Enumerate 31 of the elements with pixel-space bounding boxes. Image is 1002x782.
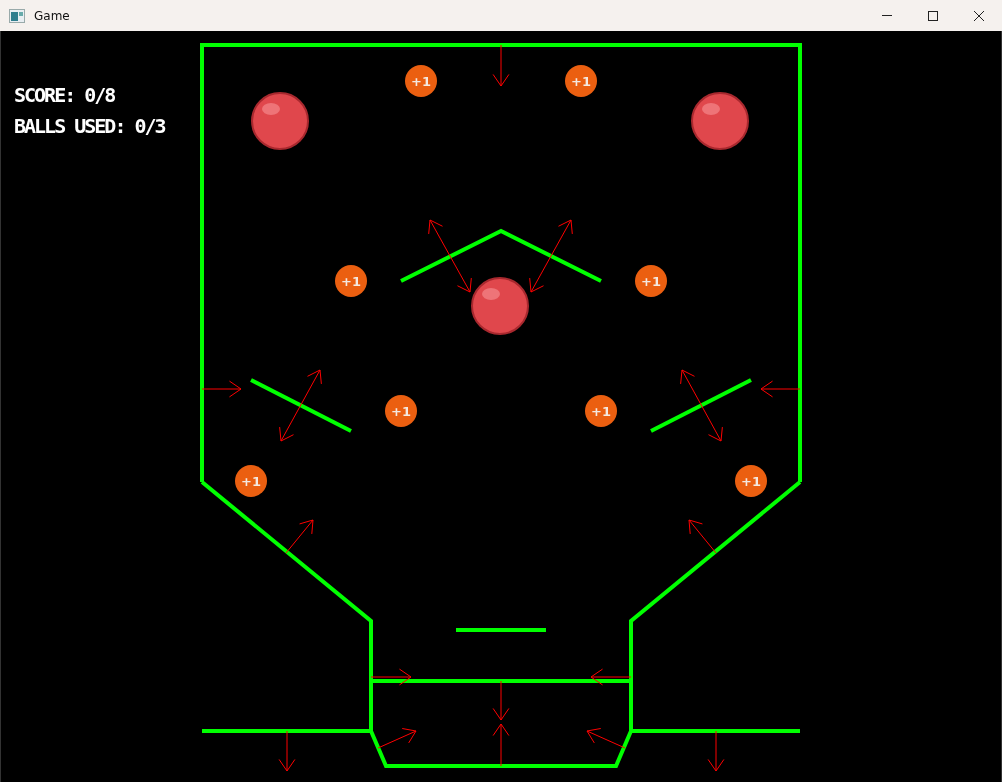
minimize-icon: [882, 15, 892, 16]
normal-arrow: [370, 668, 412, 686]
bonus-token: +1: [735, 465, 767, 497]
app-icon: [9, 8, 25, 23]
bonus-token: +1: [385, 395, 417, 427]
normal-arrow: [688, 519, 717, 554]
close-icon: [973, 9, 985, 22]
bumper-ball: [691, 92, 749, 150]
normal-arrow: [377, 728, 417, 749]
normal-arrow: [590, 668, 632, 686]
normal-arrow: [760, 380, 801, 398]
normal-arrow: [278, 730, 296, 772]
bonus-token: +1: [405, 65, 437, 97]
normal-arrow: [586, 728, 626, 749]
maximize-icon: [927, 9, 939, 22]
score-text: SCORE: 0/8: [14, 83, 115, 107]
bonus-token: +1: [635, 265, 667, 297]
normal-arrow: [285, 519, 314, 554]
normal-arrow: [492, 680, 510, 721]
bonus-token: +1: [585, 395, 617, 427]
normal-arrow: [201, 380, 242, 398]
normal-arrow: [492, 44, 510, 87]
normal-arrow: [492, 723, 510, 767]
bumper-ball: [251, 92, 309, 150]
normal-arrow: [707, 730, 725, 772]
bonus-token: +1: [235, 465, 267, 497]
window-title: Game: [34, 8, 70, 23]
bonus-token: +1: [565, 65, 597, 97]
bumper-ball: [471, 277, 529, 335]
balls-used-text: BALLS USED: 0/3: [14, 114, 165, 138]
bonus-token: +1: [335, 265, 367, 297]
